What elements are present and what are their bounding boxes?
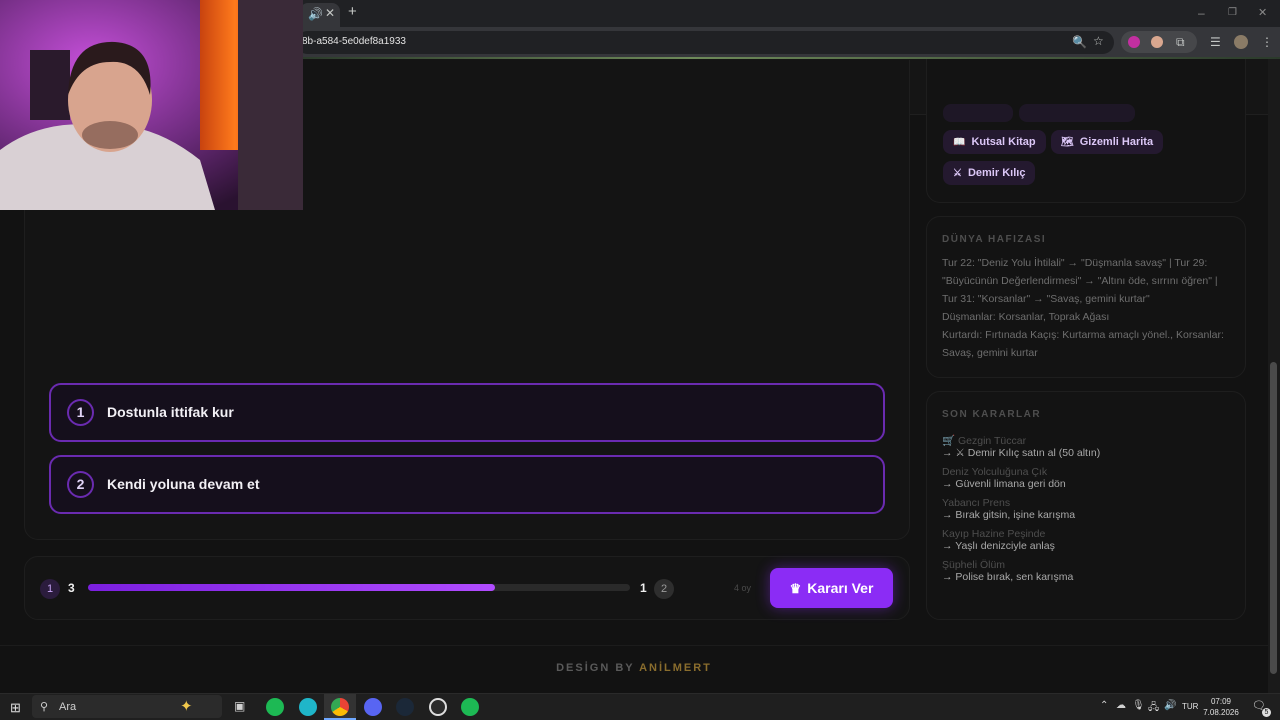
- chrome-icon[interactable]: [331, 698, 349, 716]
- tray-chevron-icon[interactable]: ⌃: [1100, 700, 1108, 711]
- window-minimize-icon[interactable]: –: [1198, 6, 1205, 20]
- choice-label: Dostunla ittifak kur: [107, 404, 234, 420]
- clock-time: 07:09: [1210, 697, 1232, 706]
- notification-count: 5: [1262, 708, 1271, 717]
- decision-title: 🛒 Gezgin Tüccar: [942, 435, 1027, 447]
- zoom-icon[interactable]: 🔍: [1072, 35, 1087, 49]
- choice-option-2[interactable]: 2 Kendi yoluna devam et: [49, 455, 885, 514]
- obs-icon[interactable]: [429, 698, 447, 716]
- search-icon: ⚲: [40, 701, 49, 713]
- new-tab-icon[interactable]: +: [348, 4, 357, 19]
- choice-number: 2: [67, 471, 94, 498]
- address-bar[interactable]: [296, 31, 1114, 54]
- vote-count: 4 oy: [734, 583, 752, 593]
- inventory-item[interactable]: 🗺 Gizemli Harita: [1051, 130, 1164, 154]
- extension-icon[interactable]: [1128, 36, 1140, 48]
- inventory-item-label: Gizemli Harita: [1079, 136, 1154, 148]
- recent-decisions-title: SON KARARLAR: [942, 409, 1042, 420]
- profile-avatar[interactable]: [1234, 35, 1248, 49]
- decision-item: Yabancı Prens → Bırak gitsin, işine karı…: [942, 497, 1234, 521]
- address-bar-url[interactable]: 8b-a584-5e0def8a1933: [302, 36, 406, 47]
- choice-label: Kendi yoluna devam et: [107, 476, 260, 492]
- decide-button-label: Kararı Ver: [807, 580, 874, 596]
- decision-title: Şüpheli Ölüm: [942, 559, 1006, 571]
- clock-date: 7.08.2026: [1203, 708, 1239, 717]
- inventory-item[interactable]: 📖 Kutsal Kitap: [943, 130, 1046, 154]
- inventory-item[interactable]: ⚔ Demir Kılıç: [943, 161, 1036, 185]
- world-memory-title: DÜNYA HAFIZASI: [942, 234, 1047, 245]
- decision-title: Yabancı Prens: [942, 497, 1011, 509]
- taskbar-clock[interactable]: 07:09 7.08.2026: [1200, 696, 1242, 718]
- taskbar-search-label: Ara: [59, 701, 77, 713]
- volume-icon[interactable]: 🔊: [1164, 700, 1176, 711]
- inventory-item-label: Demir Kılıç: [967, 167, 1026, 179]
- world-memory-line: Düşmanlar: Korsanlar, Toprak Ağası: [942, 311, 1110, 323]
- vote-progress-bar: [88, 584, 630, 591]
- choice-number: 1: [67, 399, 94, 426]
- input-language[interactable]: TUR: [1182, 702, 1198, 711]
- decide-button[interactable]: ♛ Kararı Ver: [770, 568, 893, 608]
- footer-credit: DESİGN BY ANİLMERT: [0, 662, 1268, 674]
- choice-option-1[interactable]: 1 Dostunla ittifak kur: [49, 383, 885, 442]
- decision-item: 🛒 Gezgin Tüccar → ⚔ Demir Kılıç satın al…: [942, 434, 1234, 459]
- vote-progress-fill: [88, 584, 495, 591]
- map-icon: 🗺: [1061, 137, 1074, 148]
- extension-avatar-icon[interactable]: [1151, 36, 1163, 48]
- puzzle-icon[interactable]: ⧉: [1176, 35, 1185, 49]
- webcam-image: [0, 0, 303, 210]
- app-icon-teal[interactable]: [299, 698, 317, 716]
- book-icon: 📖: [953, 137, 966, 148]
- decision-title: Kayıp Hazine Peşinde: [942, 528, 1046, 540]
- steam-icon[interactable]: [396, 698, 414, 716]
- tab-close-icon[interactable]: ✕: [325, 6, 335, 20]
- decision-choice: → Bırak gitsin, işine karışma: [942, 509, 1076, 521]
- tray-cloud-icon[interactable]: ☁: [1116, 700, 1126, 711]
- window-restore-icon[interactable]: ❐: [1228, 6, 1237, 20]
- decision-item: Kayıp Hazine Peşinde → Yaşlı denizciyle …: [942, 528, 1234, 552]
- network-icon[interactable]: 🖧: [1148, 700, 1159, 717]
- menu-dots-icon[interactable]: ⋮: [1261, 35, 1273, 49]
- decision-choice: → ⚔ Demir Kılıç satın al (50 altın): [942, 447, 1101, 459]
- footer-prefix: DESİGN BY: [556, 662, 635, 674]
- option-1-votes: 3: [68, 581, 75, 595]
- bookmark-star-icon[interactable]: ☆: [1093, 34, 1104, 48]
- recent-decisions-list: 🛒 Gezgin Tüccar → ⚔ Demir Kılıç satın al…: [942, 434, 1234, 583]
- decision-item: Şüpheli Ölüm → Polise bırak, sen karışma: [942, 559, 1234, 583]
- world-memory-line: Kurtardı: Fırtınada Kaçış: Kurtarma amaç…: [942, 329, 1224, 359]
- scrollbar-thumb[interactable]: [1270, 362, 1277, 674]
- spotify-icon[interactable]: [461, 698, 479, 716]
- reading-list-icon[interactable]: ☰: [1210, 35, 1221, 49]
- inventory-chip-partial: [1019, 104, 1135, 122]
- discord-icon[interactable]: [364, 698, 382, 716]
- copilot-sparkle-icon[interactable]: ✦: [180, 697, 193, 715]
- footer-divider: [0, 645, 1268, 646]
- world-memory-text: Tur 22: "Deniz Yolu İhtilali" → "Düşmanl…: [942, 254, 1234, 362]
- crown-icon: ♛: [789, 581, 802, 596]
- task-view-icon[interactable]: ▣: [234, 699, 245, 713]
- webcam-overlay: [0, 0, 303, 210]
- option-2-votes: 1: [640, 581, 647, 595]
- windows-start-icon[interactable]: ⊞: [10, 700, 21, 716]
- sword-icon: ⚔: [953, 168, 962, 179]
- decision-choice: → Polise bırak, sen karışma: [942, 571, 1074, 583]
- app-icon-green[interactable]: [266, 698, 284, 716]
- option-1-badge: 1: [40, 579, 60, 599]
- footer-brand[interactable]: ANİLMERT: [639, 662, 712, 674]
- decision-item: Deniz Yolculuğuna Çık → Güvenli limana g…: [942, 466, 1234, 490]
- option-2-badge: 2: [654, 579, 674, 599]
- decision-choice: → Güvenli limana geri dön: [942, 478, 1066, 490]
- inventory-chip-partial: [943, 104, 1013, 122]
- world-memory-line: Tur 22: "Deniz Yolu İhtilali" → "Düşmanl…: [942, 257, 1218, 305]
- decision-title: Deniz Yolculuğuna Çık: [942, 466, 1048, 478]
- window-close-icon[interactable]: ✕: [1258, 6, 1267, 20]
- inventory-item-label: Kutsal Kitap: [971, 136, 1036, 148]
- speaker-icon[interactable]: 🔊: [308, 7, 323, 21]
- microphone-icon[interactable]: 🎙: [1132, 700, 1145, 711]
- decision-choice: → Yaşlı denizciyle anlaş: [942, 540, 1055, 552]
